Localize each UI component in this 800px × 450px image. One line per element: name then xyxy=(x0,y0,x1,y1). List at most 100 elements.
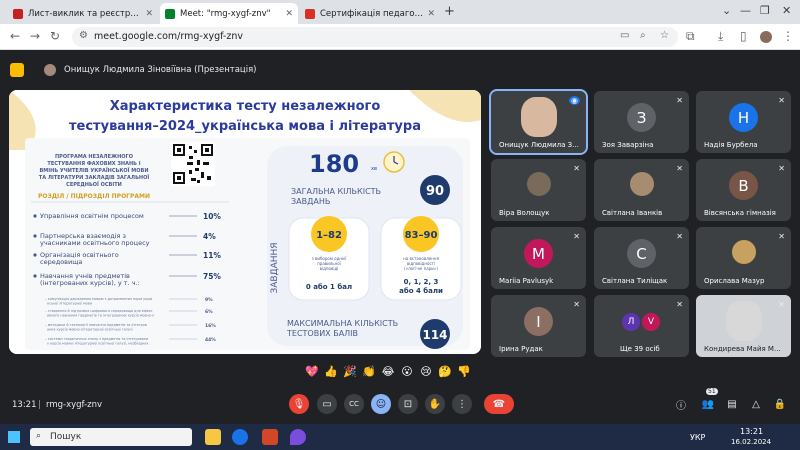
range2-score-line1: 0, 1, 2, 3 xyxy=(404,278,439,286)
leave-call-button[interactable]: ☎ xyxy=(484,394,514,414)
tab-certification[interactable]: Сертифікація педагогічних пр ✕ xyxy=(300,3,440,24)
participant-photo xyxy=(726,301,762,341)
section-percent: 4% xyxy=(203,232,216,241)
side-panel-icon[interactable]: ▯ xyxy=(740,29,747,43)
participant-tile[interactable]: В ✕ Вівсянська гімназія xyxy=(696,159,791,221)
reaction-button[interactable]: 💖 xyxy=(304,363,320,379)
participant-avatar: Н xyxy=(729,103,758,132)
reaction-button[interactable]: 👍 xyxy=(323,363,339,379)
range1-desc-line3: відповіді xyxy=(320,266,339,271)
close-tab-icon[interactable]: ✕ xyxy=(427,9,435,19)
tab-search-icon[interactable]: ⌄ xyxy=(722,4,731,17)
participant-tile[interactable]: ✕ Кондирева Майя М... xyxy=(696,295,791,357)
new-tab-icon[interactable]: + xyxy=(444,4,455,19)
subsection-label-cont: ивного навчання предметів та інтегровани… xyxy=(47,314,154,318)
slide-title-line1: Характеристика тесту незалежного xyxy=(110,99,381,114)
meet-icon xyxy=(165,8,175,19)
chrome-icon[interactable] xyxy=(232,429,248,445)
site-info-icon[interactable]: ⚙ xyxy=(79,30,88,41)
svg-text:ТА ЛІТЕРАТУРИ ЗАКЛАДІВ ЗАГАЛЬН: ТА ЛІТЕРАТУРИ ЗАКЛАДІВ ЗАГАЛЬНОЇ xyxy=(39,174,150,181)
host-controls-icon[interactable]: 🔒 xyxy=(770,394,790,414)
extensions-icon[interactable]: ⧉ xyxy=(686,29,695,44)
maximize-icon[interactable]: ❐ xyxy=(760,4,770,17)
participant-tile[interactable]: Н ✕ Надія Бурбела xyxy=(696,91,791,153)
download-icon[interactable]: ⤓ xyxy=(718,29,723,44)
participant-name: Світлана Іванків xyxy=(602,209,663,217)
reaction-button[interactable]: 🤔 xyxy=(437,363,453,379)
participant-name: Віра Волощук xyxy=(499,209,550,217)
camera-icon[interactable]: ▭ xyxy=(620,30,629,41)
minimize-icon[interactable]: — xyxy=(740,4,751,17)
speaking-indicator-icon: ◉ xyxy=(569,96,580,105)
zoom-icon[interactable]: ⌕ xyxy=(640,30,646,41)
section-percent: 75% xyxy=(203,272,221,281)
section-label: Управління освітнім процесом xyxy=(40,212,144,220)
section-header: РОЗДІЛ / ПІДРОЗДІЛ ПРОГРАМИ xyxy=(38,193,150,200)
tasks-vertical-label: ЗАВДАННЯ xyxy=(270,242,280,293)
participant-tile[interactable]: С ✕ Світлана Тиліщак xyxy=(594,227,689,289)
close-tab-icon[interactable]: ✕ xyxy=(145,9,153,19)
clock-date[interactable]: 16.02.2024 xyxy=(731,438,771,446)
powerpoint-icon[interactable] xyxy=(262,429,278,445)
participant-avatar: С xyxy=(627,239,656,268)
activities-icon[interactable]: △ xyxy=(746,394,766,414)
app-drop-icon[interactable] xyxy=(290,429,306,445)
reaction-button[interactable]: 😢 xyxy=(418,363,434,379)
participant-tile[interactable]: З ✕ Зоя Заварзіна xyxy=(594,91,689,153)
search-icon: ⌕ xyxy=(36,431,42,441)
taskbar-search[interactable]: ⌕ Пошук xyxy=(30,428,192,446)
mic-muted-icon: ✕ xyxy=(778,300,785,309)
participant-tile[interactable]: ✕ Віра Волощук xyxy=(491,159,586,221)
camera-button[interactable]: ▭ xyxy=(317,394,337,414)
participant-tile[interactable]: ◉ Онищук Людмила З... xyxy=(489,89,588,155)
language-indicator[interactable]: УКР xyxy=(690,433,705,442)
reaction-button[interactable]: 🎉 xyxy=(342,363,358,379)
window-close-icon[interactable]: ✕ xyxy=(782,4,791,17)
range2-score-line2: або 4 бали xyxy=(399,287,443,295)
back-icon[interactable]: ← xyxy=(10,29,20,43)
clock-time[interactable]: 13:21 xyxy=(740,427,763,436)
tab-meet[interactable]: Meet: "rmg-xygf-znv" ✕ xyxy=(160,3,298,24)
profile-avatar[interactable] xyxy=(760,31,772,43)
presenter-avatar xyxy=(44,64,56,76)
participant-avatar: В xyxy=(729,171,758,200)
forward-icon[interactable]: → xyxy=(30,29,40,43)
range2-desc-line3: («логічні пари») xyxy=(404,266,438,271)
more-options-button[interactable]: ⋮ xyxy=(452,394,472,414)
mic-off-button[interactable]: 🎙 xyxy=(289,394,309,414)
bookmark-star-icon[interactable]: ☆ xyxy=(660,30,669,41)
omnibox[interactable]: ⚙ meet.google.com/rmg-xygf-znv ▭ ⌕ ☆ xyxy=(72,27,678,47)
range2-value: 83–90 xyxy=(405,230,438,241)
participant-tile[interactable]: M ✕ Mariia Pavlusyk xyxy=(491,227,586,289)
reaction-button[interactable]: 👎 xyxy=(456,363,472,379)
participant-tile[interactable]: І ✕ Ірина Рудак xyxy=(491,295,586,357)
participant-tile[interactable]: ✕ Орислава Мазур xyxy=(696,227,791,289)
presentation-header: Онищук Людмила Зіновіївна (Презентація) xyxy=(0,51,800,88)
section-bullet xyxy=(33,234,37,238)
menu-icon[interactable]: ⋮ xyxy=(782,29,794,43)
participant-name: Зоя Заварзіна xyxy=(602,141,654,149)
participant-tile[interactable]: Л V ✕ Ще 39 осіб xyxy=(594,295,689,357)
people-icon[interactable]: 👥 xyxy=(698,394,718,414)
reaction-button[interactable]: 👏 xyxy=(361,363,377,379)
participant-photo xyxy=(630,172,654,196)
chat-icon[interactable]: ▤ xyxy=(722,394,742,414)
reload-icon[interactable]: ↻ xyxy=(50,29,60,43)
subsection-label: – створення й підтримка цифрового середо… xyxy=(45,309,153,313)
raise-hand-button[interactable]: ✋ xyxy=(425,394,445,414)
close-tab-icon[interactable]: ✕ xyxy=(285,9,293,19)
participant-tile[interactable]: ✕ Світлана Іванків xyxy=(594,159,689,221)
reaction-button[interactable]: 😂 xyxy=(380,363,396,379)
windows-start-icon[interactable] xyxy=(8,431,20,443)
section-label-cont: (інтегрованих курсів), у т. ч.: xyxy=(40,279,140,287)
emoji-button[interactable]: ☺ xyxy=(371,394,391,414)
present-button[interactable]: ⊡ xyxy=(398,394,418,414)
tab-registration[interactable]: Лист-виклик та реєстрація ф ✕ xyxy=(8,3,158,24)
meeting-details-icon[interactable]: ⓘ xyxy=(671,394,691,414)
url-text[interactable]: meet.google.com/rmg-xygf-znv xyxy=(94,31,243,42)
file-explorer-icon[interactable] xyxy=(205,429,221,445)
section-percent: 10% xyxy=(203,212,221,221)
reaction-button[interactable]: 😮 xyxy=(399,363,415,379)
slide-title-line2: тестування–2024_українська мова і літера… xyxy=(69,119,421,134)
captions-button[interactable]: CC xyxy=(344,394,364,414)
